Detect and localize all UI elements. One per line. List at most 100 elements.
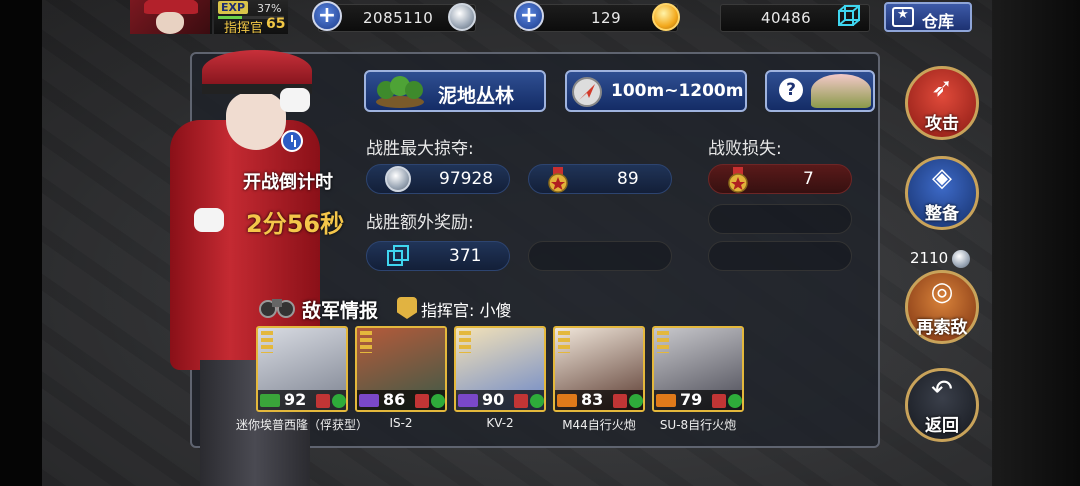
jungle-icon xyxy=(376,76,424,108)
warehouse-button[interactable]: 仓库 xyxy=(884,2,972,32)
gold-value: 129 xyxy=(591,9,622,27)
research-enemy-button[interactable]: ◎ 再索敌 xyxy=(905,270,979,344)
add-gold-button[interactable]: + xyxy=(514,1,544,31)
terrain-label: 泥地丛林 xyxy=(438,85,515,107)
unit-level: 86 xyxy=(383,390,406,409)
unit-level: 92 xyxy=(284,390,307,409)
unit-level: 83 xyxy=(581,390,604,409)
back-button[interactable]: ↶ 返回 xyxy=(905,368,979,442)
empty-slot xyxy=(708,241,852,271)
help-icon: ? xyxy=(779,78,803,102)
game-screen: EXP 37% 指挥官 65 2085110 + 129 + 40486 仓库 … xyxy=(0,0,1080,486)
enemy-unit-card[interactable]: 86 xyxy=(355,326,447,412)
exp-tag: EXP xyxy=(218,1,249,14)
plunder-silver-pill: 97928 xyxy=(366,164,510,194)
help-button[interactable]: ? xyxy=(765,70,875,112)
range-label: 100m~1200m xyxy=(611,81,744,101)
bonus-cube-value: 371 xyxy=(449,246,482,266)
binoculars-icon xyxy=(259,299,295,318)
medal-icon xyxy=(728,167,748,193)
mascot-icon xyxy=(811,74,871,108)
empty-slot xyxy=(528,241,672,271)
back-arrow-icon: ↶ xyxy=(931,375,953,405)
countdown-value: 2分56秒 xyxy=(246,210,345,238)
unit-class-icon xyxy=(557,394,577,407)
research-label: 再索敌 xyxy=(916,318,968,338)
plunder-silver-value: 97928 xyxy=(439,169,494,189)
bonus-label: 战胜额外奖励: xyxy=(366,213,474,233)
enemy-unit-name: M44自行火炮 xyxy=(562,418,636,432)
rank-chevron-icon xyxy=(360,331,372,353)
cube-value: 40486 xyxy=(761,9,812,27)
skill-icon xyxy=(629,394,643,408)
exp-percent: 37% xyxy=(257,2,282,15)
bonus-cube-pill: 371 xyxy=(366,241,510,271)
medal-icon xyxy=(548,167,568,193)
range-button[interactable]: 100m~1200m xyxy=(565,70,747,112)
loss-label: 战败损失: xyxy=(708,139,782,159)
enemy-unit-name: SU-8自行火炮 xyxy=(659,418,737,432)
dice-icon xyxy=(415,394,429,408)
max-plunder-label: 战胜最大掠夺: xyxy=(366,139,474,159)
right-edge xyxy=(992,0,1080,486)
missile-icon: ➶ xyxy=(931,73,953,103)
dice-icon xyxy=(316,394,330,408)
dice-icon xyxy=(613,394,627,408)
unit-class-icon xyxy=(359,394,379,407)
commander-avatar[interactable] xyxy=(130,0,212,34)
equip-label: 整备 xyxy=(925,204,959,224)
warehouse-icon xyxy=(892,7,914,27)
plunder-medal-pill: 89 xyxy=(528,164,672,194)
enemy-unit-card[interactable]: 79 xyxy=(652,326,744,412)
skill-icon xyxy=(431,394,445,408)
skill-icon xyxy=(728,394,742,408)
rank-chevron-icon xyxy=(459,331,471,353)
compass-icon xyxy=(572,77,602,107)
unit-level: 90 xyxy=(482,390,505,409)
back-label: 返回 xyxy=(925,416,959,436)
enemy-unit-card[interactable]: 90 xyxy=(454,326,546,412)
enemy-unit-card[interactable]: 83 xyxy=(553,326,645,412)
dice-icon xyxy=(514,394,528,408)
unit-class-icon xyxy=(656,394,676,407)
attack-button[interactable]: ➶ 攻击 xyxy=(905,66,979,140)
silver-coin-icon xyxy=(448,3,476,31)
skill-icon xyxy=(530,394,544,408)
unit-level: 79 xyxy=(680,390,703,409)
dice-icon xyxy=(712,394,726,408)
left-edge xyxy=(0,0,42,486)
enemy-commander: 指挥官: 小傻 xyxy=(421,301,512,320)
rank-chevron-icon xyxy=(261,331,273,353)
enemy-unit-name: KV-2 xyxy=(486,416,514,430)
cube-icon xyxy=(387,245,409,266)
loss-medal-pill: 7 xyxy=(708,164,852,194)
chevron-rank-icon: ◈ xyxy=(932,163,952,193)
silver-coin-icon xyxy=(952,250,970,268)
warehouse-label: 仓库 xyxy=(922,12,955,31)
enemy-unit-card[interactable]: 92 xyxy=(256,326,348,412)
rank-level: 65 xyxy=(266,16,286,32)
enemy-unit-name: IS-2 xyxy=(389,416,413,430)
unit-class-icon xyxy=(458,394,478,407)
loss-medal-value: 7 xyxy=(803,169,814,189)
empty-slot xyxy=(708,204,852,234)
unit-class-icon xyxy=(260,394,280,407)
radar-icon: ◎ xyxy=(930,277,954,307)
silver-coin-icon xyxy=(385,166,411,192)
cube-icon xyxy=(838,5,860,26)
rank-chevron-icon xyxy=(558,331,570,353)
enemy-intel-title: 敌军情报 xyxy=(302,300,379,322)
plunder-medal-value: 89 xyxy=(617,169,639,189)
gold-coin-icon xyxy=(652,3,680,31)
silver-value: 2085110 xyxy=(363,9,434,27)
rank-chevron-icon xyxy=(657,331,669,353)
skill-icon xyxy=(332,394,346,408)
add-silver-button[interactable]: + xyxy=(312,1,342,31)
equip-button[interactable]: ◈ 整备 xyxy=(905,156,979,230)
rank-label: 指挥官 xyxy=(224,21,264,36)
countdown-title: 开战倒计时 xyxy=(243,172,333,193)
research-cost: 2110 xyxy=(910,249,949,267)
attack-label: 攻击 xyxy=(925,114,959,134)
clock-icon xyxy=(281,130,303,152)
terrain-button[interactable]: 泥地丛林 xyxy=(364,70,546,112)
